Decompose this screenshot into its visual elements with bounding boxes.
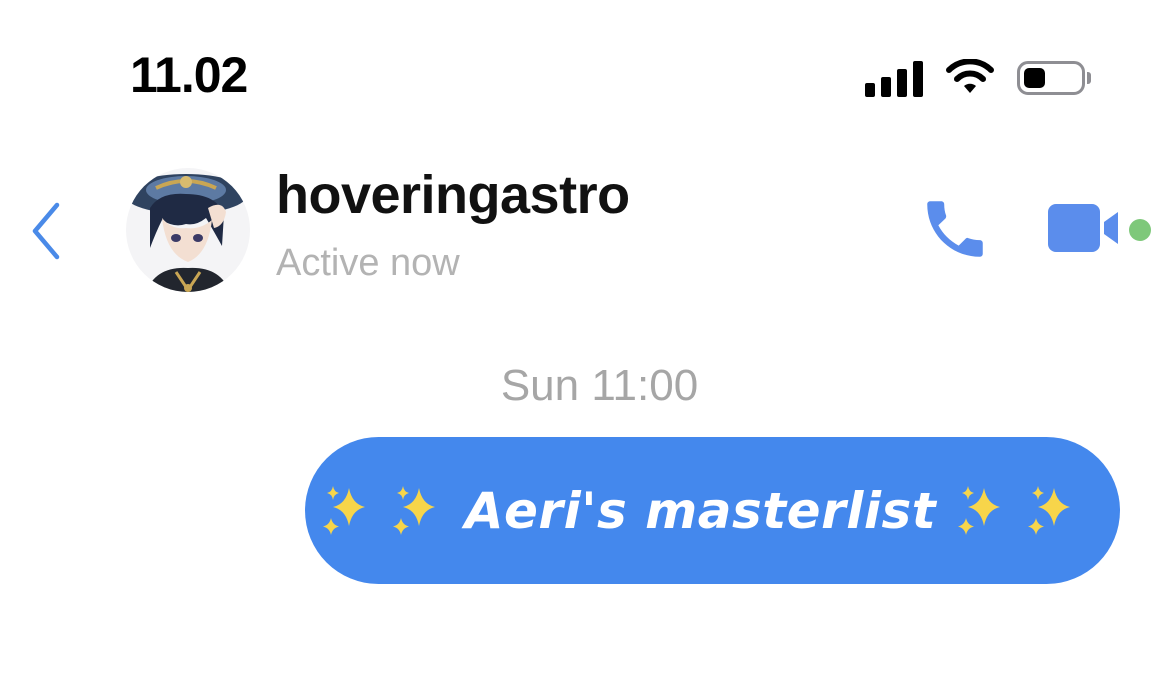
sparkles-icon: [392, 485, 435, 535]
message-bubble[interactable]: Aeri's masterlist: [305, 437, 1120, 584]
message-text: Aeri's masterlist: [464, 481, 937, 540]
video-call-button[interactable]: [1046, 202, 1124, 254]
video-camera-icon: [1048, 204, 1118, 252]
back-chevron-icon: [32, 202, 60, 260]
status-icons: [865, 56, 1091, 100]
active-indicator-dot: [1129, 219, 1151, 241]
status-time: 11.02: [130, 47, 248, 103]
message-timestamp: Sun 11:00: [500, 361, 699, 410]
phone-icon: [927, 201, 983, 257]
sparkles-icon: [1028, 485, 1071, 535]
avatar[interactable]: [126, 168, 250, 292]
call-button[interactable]: [918, 192, 992, 266]
sparkles-group-right: [954, 482, 1082, 540]
back-button[interactable]: [22, 198, 72, 264]
cellular-signal-icon: [865, 59, 923, 97]
wifi-icon: [946, 59, 994, 93]
contact-name[interactable]: hoveringastro: [276, 168, 630, 222]
sparkles-icon: [958, 485, 1001, 535]
presence-status: Active now: [276, 242, 460, 284]
sparkles-icon: [322, 485, 365, 535]
avatar-image: [126, 168, 250, 292]
sparkles-group-left: [319, 482, 447, 540]
battery-icon: [1017, 61, 1091, 95]
